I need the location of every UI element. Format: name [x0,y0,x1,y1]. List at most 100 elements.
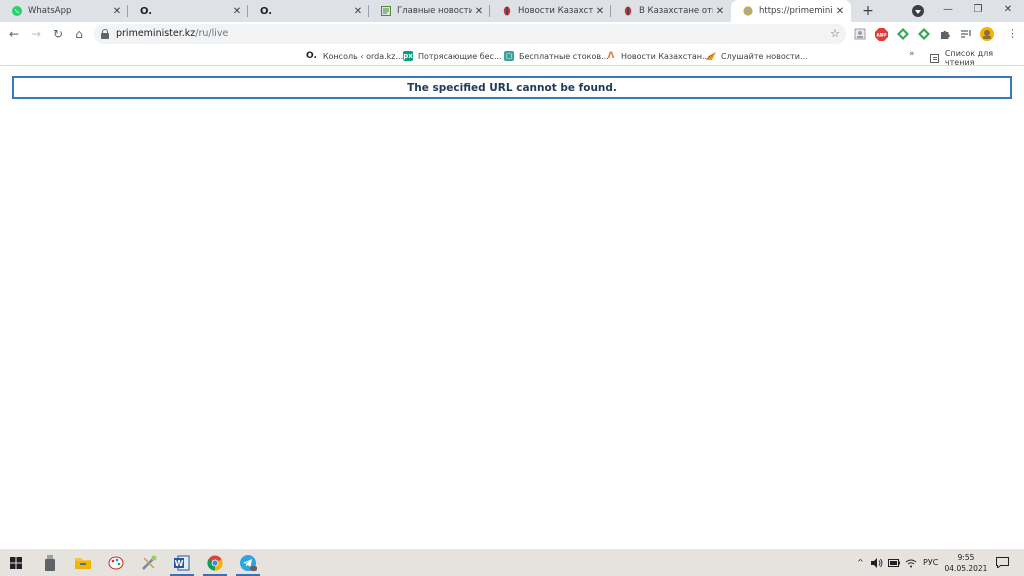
windows-icon [10,556,22,569]
tab-title: Главные новости Каз [397,6,472,16]
bookmark-label: Потрясающие бес... [418,51,502,61]
back-button[interactable]: ← [6,26,22,42]
bookmark-free-stock[interactable]: ▢ Бесплатные стоков... [504,49,609,63]
error-message-box: The specified URL cannot be found. [12,76,1012,99]
tab-kz-celebrates[interactable]: В Казахстане отмечае ✕ [611,0,731,22]
chrome-icon [207,555,223,571]
close-window-button[interactable]: ✕ [993,0,1023,20]
page-content: The specified URL cannot be found. [0,67,1024,549]
minimize-button[interactable]: — [933,0,963,20]
reading-list-label: Список для чтения [944,49,994,67]
close-icon[interactable]: ✕ [713,6,727,17]
bookmark-star-icon[interactable]: ☆ [830,26,840,42]
reload-button[interactable]: ↻ [50,26,66,42]
close-icon[interactable]: ✕ [110,6,124,17]
tab-orda-1[interactable]: O. ✕ [128,0,248,22]
taskbar-app-explorer[interactable] [67,549,99,576]
wifi-icon[interactable] [905,549,917,576]
clock-date: 04.05.2021 [944,564,988,573]
profile-extension-icon[interactable] [853,27,867,41]
pexels-icon: px [403,51,413,61]
news-icon [381,6,391,16]
notifications-icon[interactable] [996,549,1009,576]
bookmark-label: Бесплатные стоков... [519,51,609,61]
bookmark-kz-news[interactable]: Λ Новости Казахстан... [606,49,710,63]
telegram-icon [240,554,257,571]
bookmark-listen-news[interactable]: Слушайте новости... [706,49,808,63]
taskbar-app-tools[interactable] [133,549,165,576]
lock-icon[interactable] [101,29,109,39]
reading-list-icon [930,53,939,63]
close-icon[interactable]: ✕ [833,6,847,17]
browser-toolbar: ← → ↻ ⌂ primeminister.kz/ru/live ☆ [0,22,1024,46]
tools-icon [142,555,157,570]
close-icon[interactable]: ✕ [351,6,365,17]
svg-text:ABP: ABP [876,32,887,38]
start-button[interactable] [0,549,32,576]
tab-title: WhatsApp [28,6,72,16]
taskbar-app-usb[interactable] [34,549,66,576]
close-icon[interactable]: ✕ [230,6,244,17]
puzzle-icon[interactable] [938,27,952,41]
tab-title: В Казахстане отмечае [639,6,713,16]
tray-chevron-icon[interactable]: ^ [857,549,864,576]
avatar[interactable] [980,27,994,41]
error-message: The specified URL cannot be found. [407,81,617,94]
forward-button[interactable]: → [28,26,44,42]
orda-icon: O. [306,51,317,61]
tab-main-news[interactable]: Главные новости Каз ✕ [369,0,490,22]
address-bar[interactable]: primeminister.kz/ru/live ☆ [94,24,846,44]
emblem-icon [623,6,633,16]
taskbar-app-paint[interactable] [100,549,132,576]
tab-strip: WhatsApp ✕ O. ✕ O. ✕ Главные новости Каз… [0,0,1024,22]
taskbar-app-word[interactable]: W [166,549,198,576]
tab-orda-2[interactable]: O. ✕ [248,0,369,22]
volume-icon[interactable] [871,549,883,576]
home-button[interactable]: ⌂ [71,26,87,42]
tab-kz-news[interactable]: Новости Казахстана и ✕ [490,0,611,22]
new-tab-button[interactable]: + [859,2,877,20]
whatsapp-icon [12,6,22,16]
menu-icon[interactable]: ⋮ [1007,27,1018,41]
tab-title: Новости Казахстана и [518,6,593,16]
paint-icon [108,556,124,569]
globe-icon [743,6,753,16]
usb-drive-icon [45,554,55,571]
adblock-icon[interactable]: ABP [874,27,888,41]
orda-icon: O. [260,5,273,17]
emblem-icon [502,6,512,16]
more-bookmarks-button[interactable]: » [909,49,915,59]
close-icon[interactable]: ✕ [593,6,607,17]
reading-list-button[interactable]: Список для чтения [930,49,1024,67]
close-icon[interactable]: ✕ [472,6,486,17]
green-diamond-icon-2[interactable] [917,27,931,41]
bookmark-label: Слушайте новости... [721,51,808,61]
folder-icon [75,558,91,569]
bookmark-label: Консоль ‹ orda.kz... [322,51,404,61]
taskbar-app-chrome[interactable] [199,549,231,576]
svg-text:W: W [175,559,184,568]
tab-whatsapp[interactable]: WhatsApp ✕ [0,0,128,22]
stock-photo-icon: ▢ [504,51,514,61]
megaphone-icon [706,51,716,61]
bookmark-label: Новости Казахстан... [621,51,710,61]
clock-time: 9:55 [957,553,975,562]
tab-search-icon[interactable] [912,5,924,17]
green-diamond-icon[interactable] [896,27,910,41]
orda-icon: O. [140,5,153,17]
windows-taskbar: W ^ РУС 9:55 04.05.2021 [0,549,1024,576]
taskbar-app-telegram[interactable] [232,549,264,576]
word-icon: W [174,555,190,570]
bookmark-pexels[interactable]: px Потрясающие бес... [403,49,502,63]
battery-icon[interactable] [888,549,900,576]
language-indicator[interactable]: РУС [923,549,938,576]
url-text[interactable]: primeminister.kz/ru/live [116,27,228,41]
maximize-button[interactable]: ❐ [963,0,993,20]
bookmark-orda-console[interactable]: O. Консоль ‹ orda.kz... [306,49,403,63]
tab-title: https://primeminister. [759,6,833,16]
lambda-icon: Λ [607,51,615,61]
clock[interactable]: 9:55 04.05.2021 [944,552,988,574]
bookmarks-bar: O. Консоль ‹ orda.kz... px Потрясающие б… [0,46,1024,66]
playlist-icon[interactable] [959,27,973,41]
tab-primeminister[interactable]: https://primeminister. ✕ [731,0,851,22]
